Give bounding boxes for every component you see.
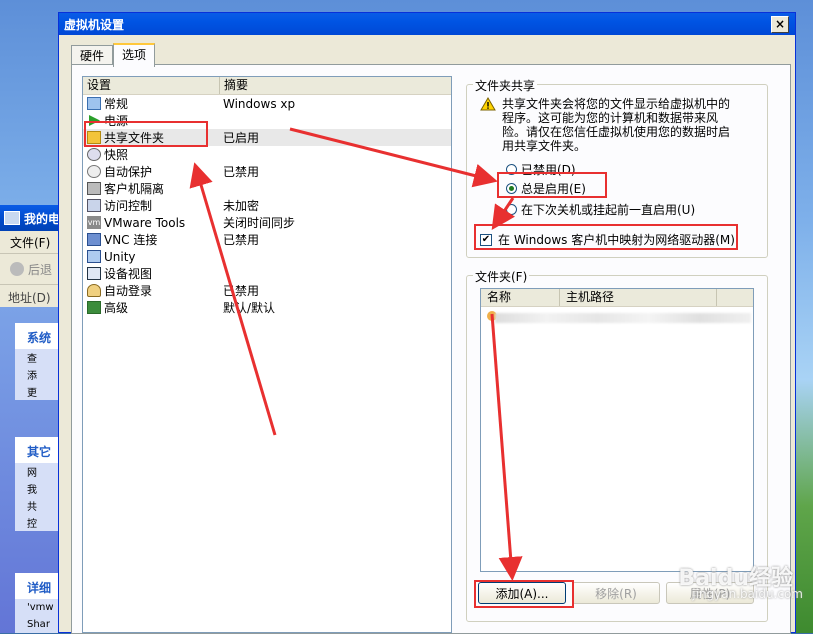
tab-options[interactable]: 选项: [113, 43, 156, 67]
menu-file[interactable]: 文件(F): [10, 234, 50, 251]
autoprotect-icon: [87, 165, 101, 178]
folders-list-header: 名称 主机路径: [481, 289, 753, 307]
watermark-url: jingyan.baidu.com: [692, 587, 803, 601]
access-control-icon: [87, 199, 101, 212]
tab-strip: 硬件 选项: [71, 43, 156, 67]
monitor-icon: [87, 97, 101, 110]
isolation-icon: [87, 182, 101, 195]
folders-legend: 文件夹(F): [473, 268, 530, 285]
row-summary: 已禁用: [223, 165, 260, 179]
folder-sharing-legend: 文件夹共享: [473, 77, 538, 94]
column-header-summary[interactable]: 摘要: [220, 77, 451, 94]
radio-label: 已禁用(D): [521, 163, 576, 177]
snapshot-icon: [87, 148, 101, 161]
row-name: VNC 连接: [104, 233, 158, 247]
address-label: 地址(D): [8, 290, 51, 305]
row-summary: 已禁用: [223, 233, 260, 247]
settings-row-vnc[interactable]: VNC 连接 已禁用: [83, 231, 451, 248]
advanced-icon: [87, 301, 101, 314]
vmware-tools-icon: vm: [87, 216, 101, 229]
row-summary: Windows xp: [223, 96, 296, 111]
power-play-icon: [87, 114, 101, 127]
sharing-warning: 共享文件夹会将您的文件显示给虚拟机中的程序。这可能为您的计算机和数据带来风险。请…: [480, 97, 740, 153]
settings-row-unity[interactable]: Unity: [83, 248, 451, 265]
radio-disabled[interactable]: 已禁用(D): [506, 161, 576, 178]
background-window-title: 我的电: [24, 211, 61, 226]
row-summary: 未加密: [223, 199, 260, 213]
row-summary: 已禁用: [223, 284, 260, 298]
radio-button[interactable]: [506, 164, 517, 175]
settings-row-isolation[interactable]: 客户机隔离: [83, 180, 451, 197]
folders-list[interactable]: 名称 主机路径: [480, 288, 754, 572]
settings-row-autologin[interactable]: 自动登录 已禁用: [83, 282, 451, 299]
tab-hardware[interactable]: 硬件: [71, 45, 114, 66]
settings-list-header: 设置 摘要: [83, 77, 451, 95]
row-name: 自动登录: [104, 284, 153, 298]
close-button[interactable]: ×: [771, 16, 789, 33]
row-name: 访问控制: [104, 199, 153, 213]
sharing-warning-text: 共享文件夹会将您的文件显示给虚拟机中的程序。这可能为您的计算机和数据带来风险。请…: [502, 97, 731, 153]
checkbox-checked[interactable]: ✔: [480, 233, 492, 246]
computer-icon: [4, 211, 20, 225]
settings-row-shared-folders[interactable]: 共享文件夹 已启用: [83, 129, 451, 146]
settings-row-vmware-tools[interactable]: vm VMware Tools 关闭时间同步: [83, 214, 451, 231]
row-name: 共享文件夹: [104, 131, 165, 145]
dialog-title: 虚拟机设置: [64, 17, 125, 32]
warning-icon: [480, 97, 496, 111]
checkbox-label: 在 Windows 客户机中映射为网络驱动器(M): [498, 233, 735, 247]
row-name: Unity: [104, 249, 136, 264]
column-header-name[interactable]: 名称: [481, 289, 560, 306]
settings-row-autoprotect[interactable]: 自动保护 已禁用: [83, 163, 451, 180]
radio-always-enabled[interactable]: 总是启用(E): [506, 180, 586, 197]
row-name: 客户机隔离: [104, 182, 165, 196]
add-button[interactable]: 添加(A)...: [478, 582, 566, 604]
map-network-drive-checkbox[interactable]: ✔ 在 Windows 客户机中映射为网络驱动器(M): [480, 231, 735, 248]
vnc-icon: [87, 233, 101, 246]
row-name: VMware Tools: [104, 215, 186, 230]
back-arrow-icon[interactable]: [10, 262, 24, 276]
row-summary: 关闭时间同步: [223, 216, 296, 230]
radio-label: 总是启用(E): [521, 182, 586, 196]
column-header-host-path[interactable]: 主机路径: [560, 289, 717, 306]
row-name: 设备视图: [104, 267, 153, 281]
autologin-icon: [87, 284, 101, 297]
settings-row-power[interactable]: 电源: [83, 112, 451, 129]
row-name: 自动保护: [104, 165, 153, 179]
radio-button[interactable]: [506, 204, 517, 215]
row-name: 高级: [104, 301, 129, 315]
remove-button[interactable]: 移除(R): [572, 582, 660, 604]
row-summary: 默认/默认: [223, 301, 276, 315]
radio-until-shutdown[interactable]: 在下次关机或挂起前一直启用(U): [506, 201, 695, 218]
row-name: 快照: [104, 148, 129, 162]
device-view-icon: [87, 267, 101, 280]
settings-row-device-view[interactable]: 设备视图: [83, 265, 451, 282]
radio-button-selected[interactable]: [506, 183, 517, 194]
settings-row-general[interactable]: 常规 Windows xp: [83, 95, 451, 112]
row-summary: 已启用: [223, 131, 260, 145]
settings-row-snapshot[interactable]: 快照: [83, 146, 451, 163]
shared-folder-icon: [87, 131, 101, 144]
column-header-setting[interactable]: 设置: [83, 77, 220, 94]
radio-label: 在下次关机或挂起前一直启用(U): [521, 203, 696, 217]
back-button[interactable]: 后退: [28, 261, 52, 278]
dialog-titlebar[interactable]: 虚拟机设置 ×: [59, 13, 795, 35]
row-name: 常规: [104, 97, 129, 111]
settings-row-access-control[interactable]: 访问控制 未加密: [83, 197, 451, 214]
settings-row-advanced[interactable]: 高级 默认/默认: [83, 299, 451, 316]
row-name: 电源: [104, 114, 129, 128]
blurred-folder-row[interactable]: [495, 313, 751, 323]
settings-list[interactable]: 设置 摘要 常规 Windows xp 电源 共享文件夹 已启用 快照 自动保护…: [82, 76, 452, 633]
column-header-extra[interactable]: [717, 289, 753, 306]
unity-icon: [87, 250, 101, 263]
